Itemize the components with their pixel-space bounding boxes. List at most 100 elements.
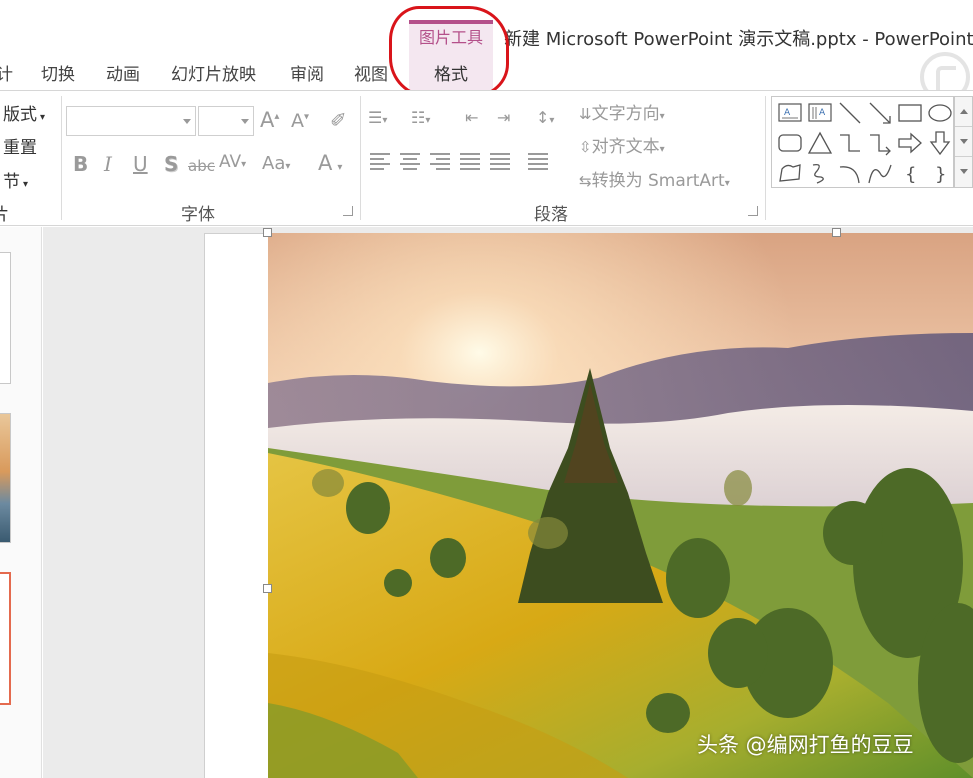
- section-label: 节: [3, 172, 20, 192]
- shapes-gallery-scroll: [954, 96, 973, 188]
- landscape-image: [268, 233, 973, 778]
- freeform-shape-icon[interactable]: [775, 159, 805, 187]
- text-shadow-button[interactable]: S: [164, 152, 178, 176]
- svg-text:A: A: [784, 108, 791, 118]
- left-brace-shape-icon[interactable]: {: [895, 159, 925, 187]
- bold-button[interactable]: B: [73, 152, 88, 176]
- char-spacing-button[interactable]: AV▾: [219, 152, 246, 172]
- elbow-connector-shape-icon[interactable]: [835, 129, 865, 157]
- font-name-combo[interactable]: [66, 106, 196, 136]
- align-center-button[interactable]: [400, 153, 420, 173]
- shrink-font-label: A: [291, 110, 304, 132]
- tab-slideshow[interactable]: 幻灯片放映: [171, 60, 256, 85]
- resize-handle-middle-left[interactable]: [263, 584, 272, 593]
- group-separator: [765, 96, 766, 220]
- elbow-arrow-connector-shape-icon[interactable]: [865, 129, 895, 157]
- section-button[interactable]: 节 ▾: [3, 167, 28, 192]
- down-arrow-shape-icon[interactable]: [925, 129, 955, 157]
- align-right-button[interactable]: [430, 153, 450, 173]
- triangle-shape-icon[interactable]: [805, 129, 835, 157]
- slide-thumbnail-1[interactable]: [0, 252, 11, 384]
- numbering-button[interactable]: ☷▾: [411, 108, 430, 127]
- convert-smartart-button[interactable]: ⇆转换为 SmartArt▾: [579, 166, 730, 191]
- align-left-button[interactable]: [370, 153, 390, 173]
- text-direction-label: 文字方向: [591, 104, 660, 124]
- font-size-combo[interactable]: [198, 106, 254, 136]
- slides-group-label: 片: [0, 205, 9, 225]
- line-spacing-button[interactable]: ↕▾: [536, 108, 554, 127]
- chevron-down-icon: [183, 119, 191, 124]
- group-separator: [360, 96, 361, 220]
- font-color-button[interactable]: A ▾: [318, 151, 342, 175]
- document-title: 新建 Microsoft PowerPoint 演示文稿.pptx - Powe…: [504, 29, 973, 50]
- arc-shape-icon[interactable]: [835, 159, 865, 187]
- reset-button[interactable]: 重置: [3, 133, 37, 158]
- tab-review[interactable]: 审阅: [290, 60, 324, 85]
- tab-animations[interactable]: 动画: [106, 60, 140, 85]
- right-brace-shape-icon[interactable]: }: [925, 159, 955, 187]
- line-shape-icon[interactable]: [835, 99, 865, 127]
- smartart-icon: ⇆: [579, 172, 592, 190]
- chevron-down-icon: [960, 139, 968, 144]
- slide-thumbnail-3-selected[interactable]: [0, 572, 11, 705]
- rounded-rectangle-shape-icon[interactable]: [775, 129, 805, 157]
- tab-view[interactable]: 视图: [354, 60, 388, 85]
- italic-button[interactable]: I: [104, 152, 112, 176]
- slide-thumbnails-pane: [0, 227, 42, 778]
- curve-shape-icon[interactable]: [865, 159, 895, 187]
- resize-handle-top-center[interactable]: [832, 228, 841, 237]
- paragraph-dialog-launcher-icon[interactable]: [748, 206, 758, 216]
- svg-text:A: A: [819, 108, 826, 118]
- increase-indent-button[interactable]: ⇥: [497, 108, 510, 127]
- resize-handle-top-left[interactable]: [263, 228, 272, 237]
- arrow-line-shape-icon[interactable]: [865, 99, 895, 127]
- font-dialog-launcher-icon[interactable]: [343, 206, 353, 216]
- watermark-text: 头条 @编网打鱼的豆豆: [697, 733, 914, 757]
- change-case-button[interactable]: Aa▾: [262, 153, 290, 174]
- justify-button[interactable]: [460, 153, 480, 173]
- gallery-more-button[interactable]: [955, 157, 972, 187]
- strikethrough-button[interactable]: abc: [188, 157, 215, 175]
- grow-font-button[interactable]: A▴: [260, 108, 279, 132]
- grow-font-label: A: [260, 108, 275, 132]
- shapes-gallery: A A { }: [771, 96, 954, 188]
- right-arrow-shape-icon[interactable]: [895, 129, 925, 157]
- oval-shape-icon[interactable]: [925, 99, 955, 127]
- slide-thumbnail-2[interactable]: [0, 413, 11, 543]
- svg-text:{: {: [905, 164, 916, 185]
- layout-label: 版式: [3, 105, 37, 125]
- tab-design-partial[interactable]: 计: [0, 60, 13, 85]
- underline-button[interactable]: U: [133, 152, 148, 176]
- font-group-label: 字体: [181, 205, 215, 225]
- more-icon: [960, 169, 968, 174]
- layout-button[interactable]: 版式 ▾: [3, 100, 45, 125]
- svg-text:}: }: [935, 164, 946, 185]
- gallery-scroll-down-button[interactable]: [955, 127, 972, 157]
- shrink-font-button[interactable]: A▾: [291, 110, 309, 132]
- rectangle-shape-icon[interactable]: [895, 99, 925, 127]
- decrease-indent-button[interactable]: ⇤: [465, 108, 478, 127]
- chevron-down-icon: [241, 119, 249, 124]
- align-text-button[interactable]: ⇳对齐文本▾: [579, 132, 665, 157]
- scribble-shape-icon[interactable]: [805, 159, 835, 187]
- section-dropdown-icon: ▾: [23, 179, 29, 190]
- font-color-label: A: [318, 151, 333, 175]
- text-direction-button[interactable]: ⇊文字方向▾: [579, 99, 665, 124]
- change-case-label: Aa: [262, 153, 286, 174]
- bullets-button[interactable]: ☰▾: [368, 108, 387, 127]
- clear-formatting-icon[interactable]: ✐: [330, 108, 347, 132]
- gallery-scroll-up-button[interactable]: [955, 97, 972, 127]
- text-box-shape-icon[interactable]: A: [775, 99, 805, 127]
- char-spacing-label: AV: [219, 152, 242, 172]
- vertical-text-box-shape-icon[interactable]: A: [805, 99, 835, 127]
- chevron-up-icon: [960, 109, 968, 114]
- landscape-picture[interactable]: [268, 233, 973, 778]
- align-text-label: 对齐文本: [591, 137, 660, 157]
- align-text-icon: ⇳: [579, 138, 592, 156]
- distributed-button[interactable]: [490, 153, 510, 173]
- layout-dropdown-icon: ▾: [40, 112, 46, 123]
- paragraph-group-label: 段落: [534, 205, 568, 225]
- tab-transitions[interactable]: 切换: [41, 60, 75, 85]
- text-direction-icon: ⇊: [579, 105, 592, 123]
- columns-button[interactable]: [528, 153, 548, 173]
